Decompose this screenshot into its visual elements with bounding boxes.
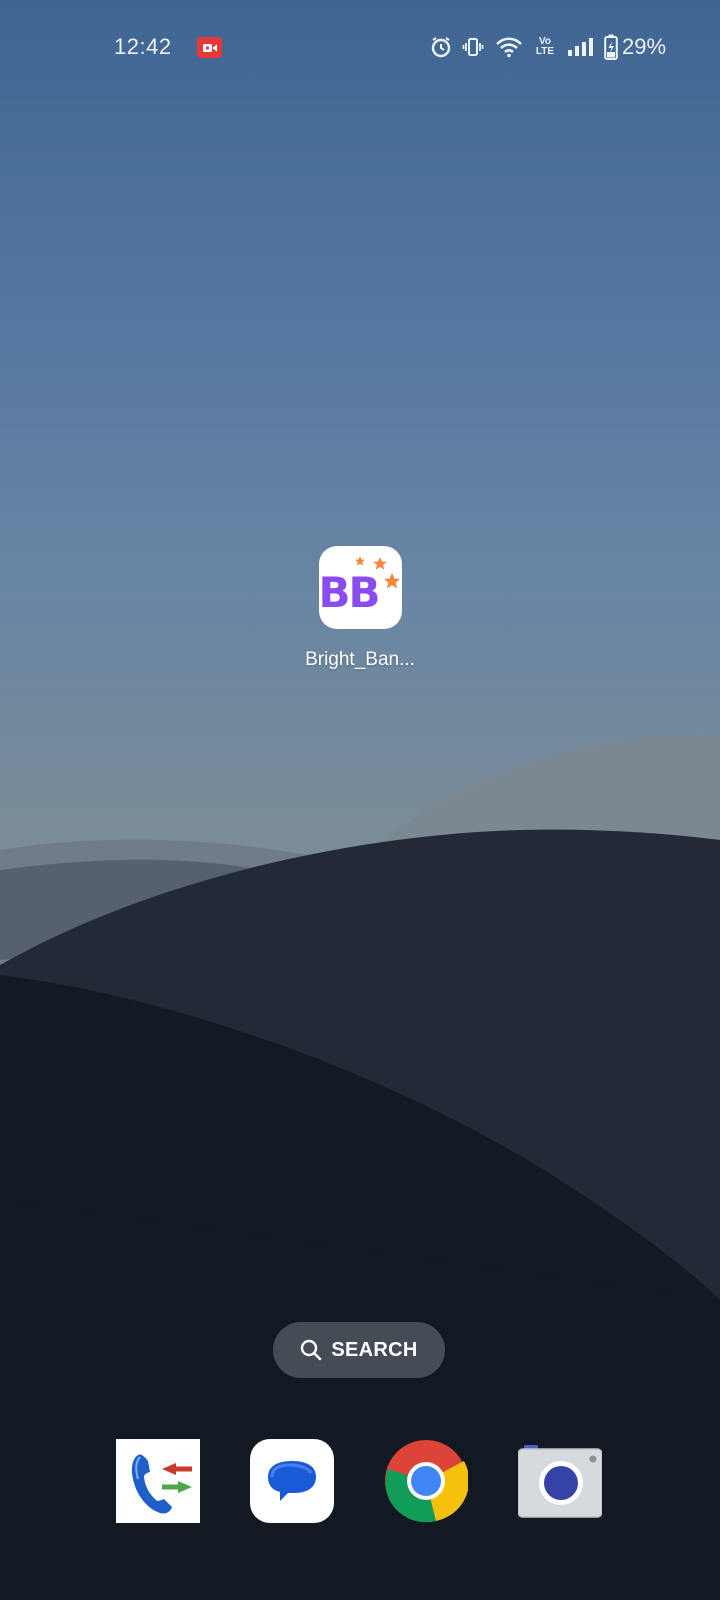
app-bright-bank[interactable]: BB Bright_Ban... bbox=[298, 546, 422, 671]
stars-icon bbox=[354, 556, 400, 589]
volte-bottom-label: LTE bbox=[535, 46, 555, 57]
dock-camera-app[interactable] bbox=[517, 1439, 603, 1523]
dock-chrome-app[interactable] bbox=[384, 1439, 470, 1523]
screen-recording-icon bbox=[197, 37, 222, 58]
vibrate-icon bbox=[461, 35, 485, 59]
search-icon bbox=[301, 1339, 322, 1361]
chat-bubble-icon bbox=[250, 1439, 334, 1523]
dock-call-forwarding-app[interactable] bbox=[116, 1439, 200, 1523]
bright-bank-app-icon: BB bbox=[318, 546, 402, 629]
battery-charging-icon bbox=[603, 34, 619, 60]
alarm-icon bbox=[429, 35, 453, 59]
status-time: 12:42 bbox=[114, 34, 172, 59]
dock-messages-app[interactable] bbox=[250, 1439, 334, 1523]
chrome-icon bbox=[385, 1440, 470, 1523]
phone-arrows-icon bbox=[116, 1439, 200, 1523]
camera-icon bbox=[517, 1445, 603, 1518]
search-button[interactable]: SEARCH bbox=[273, 1322, 445, 1378]
signal-icon bbox=[566, 35, 596, 59]
volte-icon: Vo LTE bbox=[531, 35, 559, 59]
home-screen: 12:42 Vo LTE 29% BB Bright_Ban... SEARCH bbox=[0, 0, 720, 1600]
status-bar: 12:42 Vo LTE 29% bbox=[0, 0, 720, 96]
wifi-icon bbox=[494, 35, 524, 59]
app-label: Bright_Ban... bbox=[305, 649, 415, 670]
battery-percentage: 29% bbox=[622, 34, 667, 59]
search-label: SEARCH bbox=[331, 1338, 418, 1361]
